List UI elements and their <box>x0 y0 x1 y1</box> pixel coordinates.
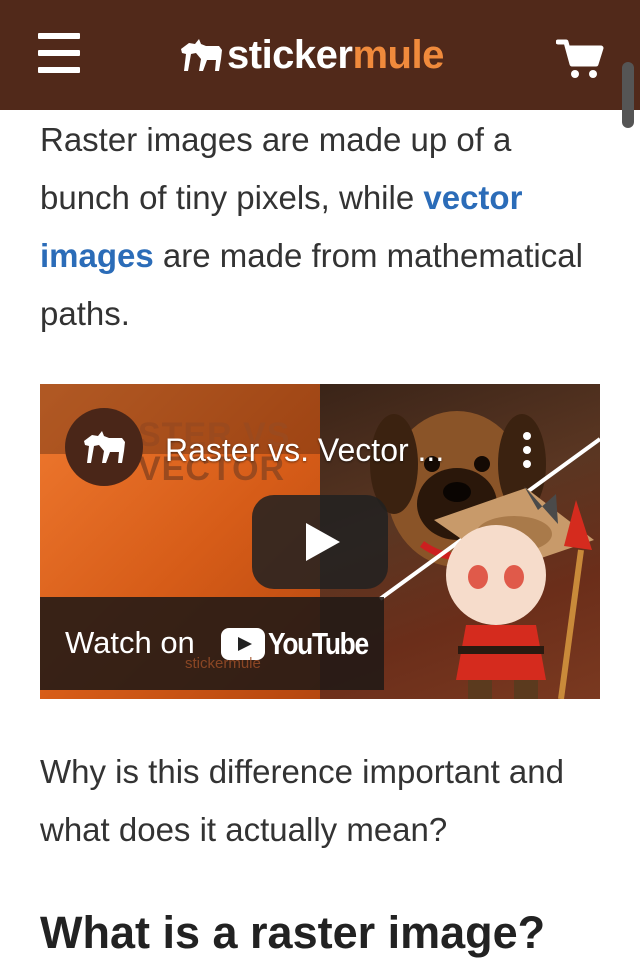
youtube-video-embed[interactable]: STER VS VECTOR Raster vs. Vector ... Wat… <box>40 384 600 699</box>
logo-text-sticker: sticker <box>227 33 353 77</box>
mule-logo-icon <box>181 39 222 71</box>
shopping-cart-icon[interactable] <box>555 38 604 80</box>
stickermule-logo[interactable]: sticker mule <box>179 30 444 80</box>
logo-text-mule: mule <box>352 33 444 77</box>
hamburger-menu-icon[interactable] <box>38 33 80 73</box>
octocat-mascot-illustration <box>434 486 594 699</box>
intro-paragraph: Raster images are made up of a bunch of … <box>40 111 600 343</box>
mule-logo-icon <box>84 431 125 463</box>
video-watermark: stickermule <box>185 655 261 672</box>
watch-on-youtube-button[interactable]: Watch on YouTube <box>40 597 384 690</box>
more-options-icon[interactable] <box>520 432 534 470</box>
youtube-wordmark: YouTube <box>268 626 369 661</box>
channel-avatar[interactable] <box>65 408 143 486</box>
top-navigation-bar: sticker mule <box>0 0 640 110</box>
watch-on-label: Watch on <box>65 625 195 660</box>
play-button[interactable] <box>252 495 388 589</box>
video-title[interactable]: Raster vs. Vector ... <box>165 430 444 470</box>
question-paragraph: Why is this difference important and wha… <box>40 753 564 848</box>
section-heading: What is a raster image? <box>40 907 546 958</box>
page-scrollbar-thumb[interactable] <box>622 62 634 128</box>
